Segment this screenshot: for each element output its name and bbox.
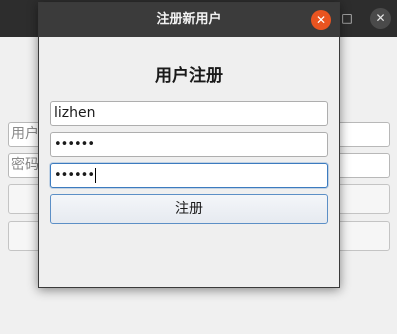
password-value: ••••••	[54, 137, 95, 152]
username-input[interactable]: lizhen	[50, 101, 328, 126]
text-caret	[95, 168, 97, 183]
minimize-icon[interactable]: □	[337, 8, 357, 28]
confirm-password-value: ••••••	[54, 168, 95, 183]
register-dialog: 注册新用户 ✕ 用户注册 lizhen •••••• •••••• 注册	[38, 2, 340, 288]
confirm-password-input[interactable]: ••••••	[50, 163, 328, 188]
username-value: lizhen	[54, 105, 96, 121]
background-close-icon[interactable]: ✕	[370, 8, 391, 29]
register-heading: 用户注册	[155, 66, 223, 86]
register-button[interactable]: 注册	[50, 194, 328, 224]
dialog-titlebar: 注册新用户 ✕	[39, 3, 339, 37]
close-icon[interactable]: ✕	[311, 10, 331, 30]
dialog-title: 注册新用户	[156, 12, 222, 27]
dialog-body: 用户注册 lizhen •••••• •••••• 注册	[39, 37, 339, 287]
password-input[interactable]: ••••••	[50, 132, 328, 157]
